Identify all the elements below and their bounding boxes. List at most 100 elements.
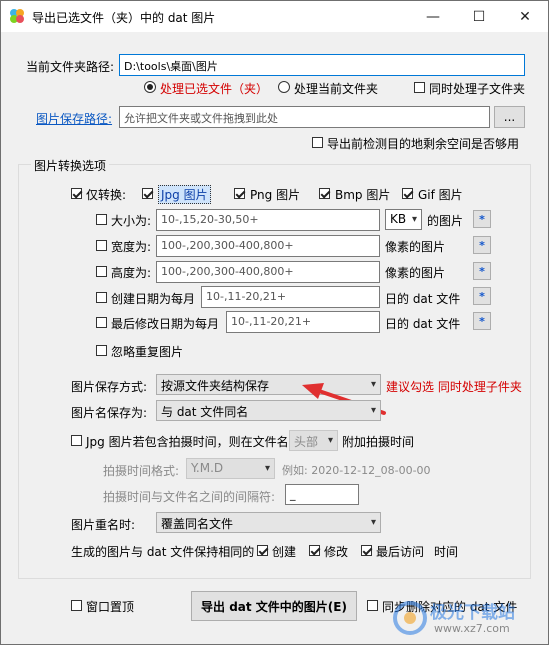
save-mode-value: 按源文件夹结构保存 <box>161 379 270 393</box>
width-filter-label: 宽度为: <box>111 240 152 254</box>
name-as-label: 图片名保存为: <box>71 406 148 420</box>
width-filter-input[interactable]: 100-,200,300-400,800+ <box>156 235 380 257</box>
format-png-checkbox[interactable] <box>234 188 245 199</box>
created-filter-help-button[interactable]: * <box>473 287 491 305</box>
size-filter-suffix: 的图片 <box>427 214 464 228</box>
time-format-example: 例如: 2020-12-12_08-00-00 <box>282 464 431 477</box>
time-format-label: 拍摄时间格式: <box>103 464 180 478</box>
modified-filter-label: 最后修改日期为每月 <box>111 317 220 331</box>
close-icon: ✕ <box>519 8 531 25</box>
modified-filter-help-button[interactable]: * <box>473 312 491 330</box>
window-title: 导出已选文件（夹）中的 dat 图片 <box>32 11 216 25</box>
folder-path-label: 当前文件夹路径: <box>26 60 115 74</box>
size-filter-label: 大小为: <box>111 214 152 228</box>
keep-created-label: 创建 <box>272 545 297 559</box>
keep-created-checkbox[interactable] <box>257 545 268 556</box>
chevron-down-icon: ▾ <box>264 463 270 474</box>
delete-dat-sync-checkbox[interactable] <box>367 600 378 611</box>
height-filter-help-button[interactable]: * <box>473 262 491 280</box>
format-gif-label: Gif 图片 <box>418 188 463 202</box>
format-bmp-checkbox[interactable] <box>319 188 330 199</box>
name-as-value: 与 dat 文件同名 <box>161 405 249 419</box>
ignore-duplicate-label: 忽略重复图片 <box>111 345 184 359</box>
watermark-logo-icon <box>393 601 427 635</box>
keep-accessed-checkbox[interactable] <box>361 545 372 556</box>
keep-modified-checkbox[interactable] <box>309 545 320 556</box>
rename-value: 覆盖同名文件 <box>161 517 234 531</box>
modified-filter-checkbox[interactable] <box>96 317 107 328</box>
width-filter-checkbox[interactable] <box>96 240 107 251</box>
convert-options-title: 图片转换选项 <box>31 157 110 174</box>
only-convert-checkbox[interactable] <box>71 188 82 199</box>
modified-filter-input[interactable]: 10-,11-20,21+ <box>226 311 380 333</box>
check-space-label: 导出前检测目的地剩余空间是否够用 <box>327 137 520 151</box>
format-png-label: Png 图片 <box>250 188 301 202</box>
modified-filter-suffix: 日的 dat 文件 <box>385 317 461 331</box>
window-topmost-checkbox[interactable] <box>71 600 82 611</box>
format-bmp-label: Bmp 图片 <box>335 188 391 202</box>
height-filter-suffix: 像素的图片 <box>385 266 446 280</box>
chevron-down-icon: ▾ <box>411 214 417 225</box>
created-filter-input[interactable]: 10-,11-20,21+ <box>201 286 380 308</box>
size-unit-value: KB <box>390 212 407 226</box>
check-space-checkbox[interactable] <box>312 137 323 148</box>
format-jpg-label: Jpg 图片 <box>158 185 211 204</box>
shot-time-suffix: 附加拍摄时间 <box>342 435 415 449</box>
chevron-down-icon: ▾ <box>327 435 333 446</box>
size-filter-input[interactable]: 10-,15,20-30,50+ <box>156 209 380 231</box>
width-filter-help-button[interactable]: * <box>473 236 491 254</box>
watermark-text: 极光下载站 <box>430 603 515 623</box>
shot-time-checkbox[interactable] <box>71 435 82 446</box>
close-button[interactable]: ✕ <box>502 1 548 32</box>
format-gif-checkbox[interactable] <box>402 188 413 199</box>
keep-times-tail: 时间 <box>434 545 459 559</box>
height-filter-checkbox[interactable] <box>96 266 107 277</box>
save-path-label[interactable]: 图片保存路径: <box>36 110 112 127</box>
process-subfolders-label: 同时处理子文件夹 <box>429 82 526 96</box>
maximize-icon: ☐ <box>472 8 486 25</box>
shot-time-label: Jpg 图片若包含拍摄时间，则在文件名 <box>86 435 289 449</box>
save-path-input[interactable]: 允许把文件夹或文件拖拽到此处 <box>119 106 490 128</box>
process-current-folder-radio[interactable] <box>278 81 290 93</box>
size-filter-checkbox[interactable] <box>96 214 107 225</box>
chevron-down-icon: ▾ <box>370 517 376 528</box>
minimize-icon: — <box>426 8 440 25</box>
browse-button[interactable]: ... <box>494 106 525 128</box>
chevron-down-icon: ▾ <box>370 405 376 416</box>
keep-accessed-label: 最后访问 <box>376 545 425 559</box>
rename-label: 图片重名时: <box>71 518 136 532</box>
ignore-duplicate-checkbox[interactable] <box>96 345 107 356</box>
keep-modified-label: 修改 <box>324 545 349 559</box>
size-filter-help-button[interactable]: * <box>473 210 491 228</box>
created-filter-checkbox[interactable] <box>96 292 107 303</box>
site-watermark: 极光下载站 www.xz7.com <box>392 594 542 642</box>
save-mode-hint: 建议勾选 同时处理子件夹 <box>386 380 522 394</box>
process-current-folder-label: 处理当前文件夹 <box>294 82 379 96</box>
separator-input[interactable]: _ <box>285 484 359 505</box>
process-selected-radio[interactable] <box>144 81 156 93</box>
time-format-select[interactable]: Y.M.D ▾ <box>186 458 275 479</box>
maximize-button[interactable]: ☐ <box>456 1 502 32</box>
process-subfolders-checkbox[interactable] <box>414 82 425 93</box>
window-topmost-label: 窗口置顶 <box>86 600 135 614</box>
app-logo-icon <box>10 9 24 23</box>
process-selected-label: 处理已选文件（夹） <box>160 82 269 96</box>
height-filter-input[interactable]: 100-,200,300-400,800+ <box>156 261 380 283</box>
shot-time-position-select[interactable]: 头部 ▾ <box>289 430 338 451</box>
width-filter-suffix: 像素的图片 <box>385 240 446 254</box>
only-convert-label: 仅转换: <box>86 188 127 202</box>
save-mode-label: 图片保存方式: <box>71 380 148 394</box>
folder-path-input[interactable]: D:\tools\桌面\图片 <box>119 54 525 76</box>
export-button[interactable]: 导出 dat 文件中的图片(E) <box>191 591 357 621</box>
minimize-button[interactable]: — <box>410 1 456 32</box>
height-filter-label: 高度为: <box>111 266 152 280</box>
title-bar: 导出已选文件（夹）中的 dat 图片 — ☐ ✕ <box>1 1 548 32</box>
rename-select[interactable]: 覆盖同名文件 ▾ <box>156 512 381 533</box>
created-filter-suffix: 日的 dat 文件 <box>385 292 461 306</box>
format-jpg-checkbox[interactable] <box>142 188 153 199</box>
size-unit-select[interactable]: KB ▾ <box>385 209 422 230</box>
watermark-url: www.xz7.com <box>434 622 510 635</box>
name-as-select[interactable]: 与 dat 文件同名 ▾ <box>156 400 381 421</box>
shot-time-position-value: 头部 <box>294 435 319 449</box>
app-window: 导出已选文件（夹）中的 dat 图片 — ☐ ✕ 当前文件夹路径: D:\too… <box>0 0 549 645</box>
